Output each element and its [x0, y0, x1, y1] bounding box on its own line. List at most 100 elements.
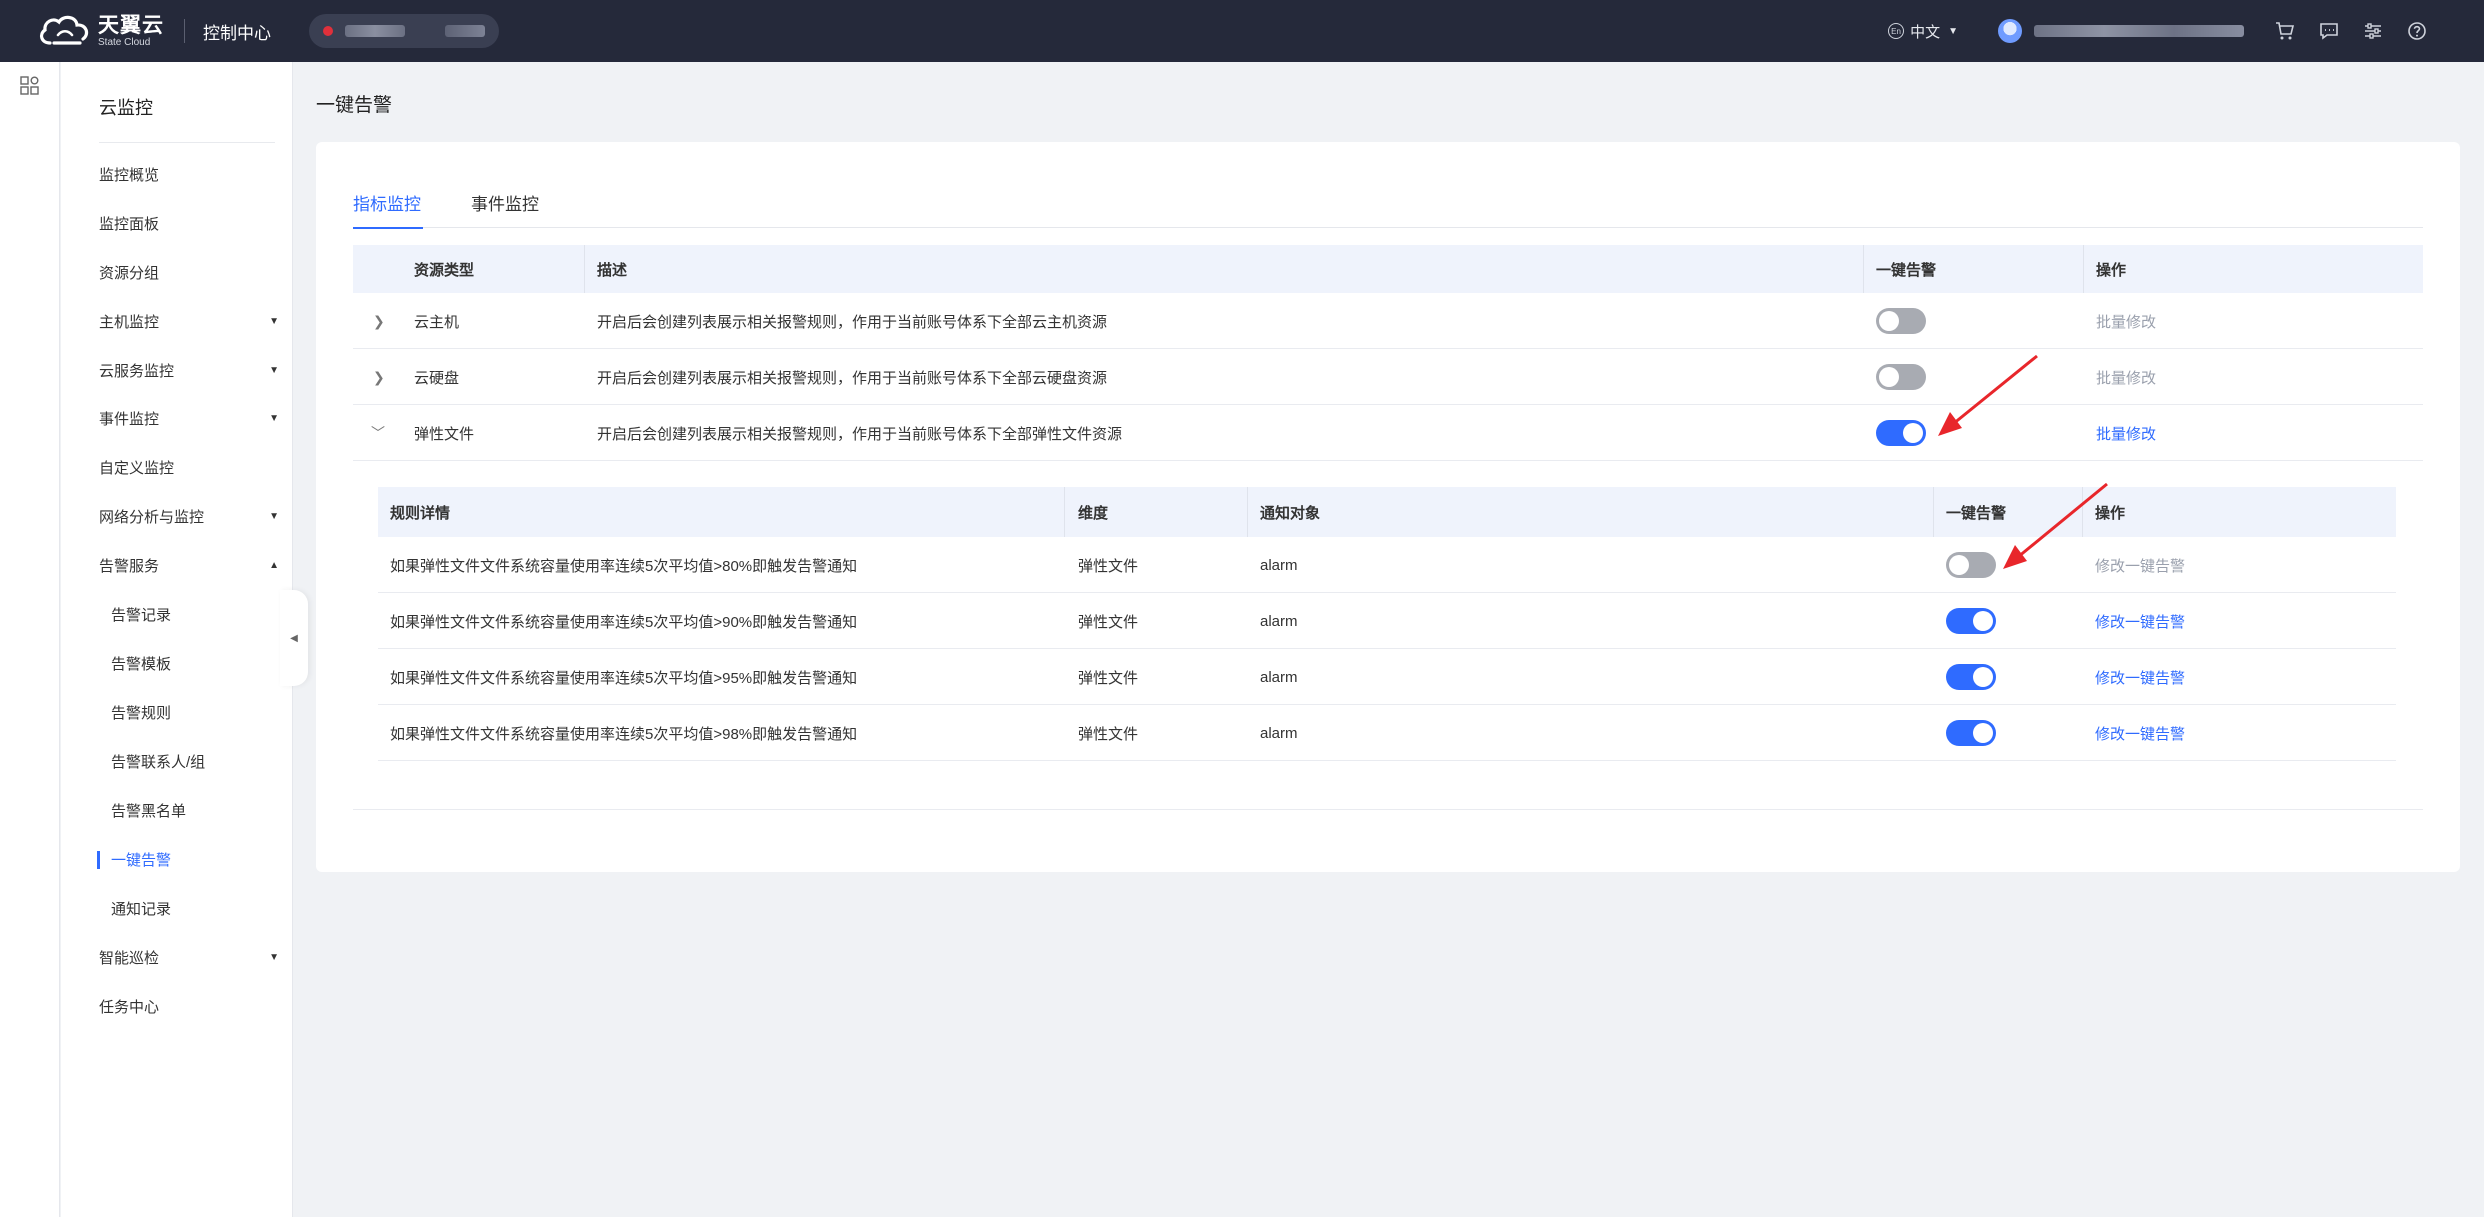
sidebar-item-resource-group[interactable]: 资源分组 [99, 257, 279, 287]
resource-description: 开启后会创建列表展示相关报警规则，作用于当前账号体系下全部云硬盘资源 [597, 369, 1108, 387]
rule-dimension: 弹性文件 [1078, 557, 1139, 575]
resource-type: 云主机 [414, 313, 460, 331]
region-name-redacted [345, 25, 405, 37]
region-selector[interactable] [309, 14, 499, 48]
rule-alarm-toggle[interactable] [1946, 608, 1996, 634]
sidebar-subitem-one-click-alarm[interactable]: 一键告警 [111, 844, 271, 874]
sidebar-item-label: 主机监控 [99, 313, 160, 331]
edit-alarm-link[interactable]: 修改一键告警 [2095, 705, 2185, 761]
sidebar: 云监控 监控概览 监控面板 资源分组 主机监控 ▼ 云服务监控 ▼ 事件监控 ▼ 自定… [61, 62, 293, 1217]
rule-detail: 如果弹性文件文件系统容量使用率连续5次平均值>90%即触发告警通知 [390, 613, 858, 631]
message-icon[interactable] [2318, 20, 2340, 42]
column-header-one-click-alarm: 一键告警 [1946, 504, 2007, 522]
language-switcher[interactable]: En 中文 ▼ [1888, 21, 1958, 42]
logo[interactable]: 天翼云 State Cloud [36, 13, 164, 49]
rule-alarm-toggle[interactable] [1946, 720, 1996, 746]
sidebar-item-event-monitor[interactable]: 事件监控 ▼ [99, 403, 279, 433]
toggle-knob [1949, 555, 1969, 575]
rule-detail: 如果弹性文件文件系统容量使用率连续5次平均值>95%即触发告警通知 [390, 669, 858, 687]
batch-edit-link[interactable]: 批量修改 [2096, 293, 2156, 349]
sidebar-item-alarm-service[interactable]: 告警服务 ▲ [99, 550, 279, 580]
resource-type: 弹性文件 [414, 425, 475, 443]
sidebar-item-custom-monitor[interactable]: 自定义监控 [99, 452, 279, 482]
chevron-down-icon[interactable]: ﹀ [371, 405, 385, 461]
resource-table-header: 资源类型 描述 一键告警 操作 [353, 245, 2423, 293]
sidebar-subitem-alarm-records[interactable]: 告警记录 [111, 599, 271, 629]
resource-description: 开启后会创建列表展示相关报警规则，作用于当前账号体系下全部弹性文件资源 [597, 425, 1123, 443]
column-separator [2082, 487, 2083, 537]
column-header-description: 描述 [597, 261, 628, 279]
sidebar-item-host-monitor[interactable]: 主机监控 ▼ [99, 306, 279, 336]
sidebar-subitem-alarm-blacklist[interactable]: 告警黑名单 [111, 795, 271, 825]
batch-edit-link[interactable]: 批量修改 [2096, 405, 2156, 461]
user-account[interactable] [1998, 19, 2244, 43]
cart-icon[interactable] [2274, 20, 2296, 42]
resource-description: 开启后会创建列表展示相关报警规则，作用于当前账号体系下全部云主机资源 [597, 313, 1108, 331]
column-header-one-click-alarm: 一键告警 [1876, 261, 1937, 279]
toggle-knob [1903, 423, 1923, 443]
caret-down-icon: ▼ [269, 510, 279, 522]
cloud-logo-icon [39, 15, 89, 45]
sidebar-item-label: 事件监控 [99, 410, 160, 428]
chevron-right-icon[interactable]: ❯ [373, 349, 385, 405]
icon-rail [0, 62, 60, 1217]
page-title: 一键告警 [316, 95, 393, 116]
sidebar-item-smart-inspection[interactable]: 智能巡检 ▼ [99, 942, 279, 972]
sidebar-item-cloud-service-monitor[interactable]: 云服务监控 ▼ [99, 355, 279, 385]
region-extra-redacted [445, 25, 485, 37]
language-icon: En [1888, 23, 1905, 39]
tab-label: 事件监控 [471, 195, 539, 214]
rule-notify-target: alarm [1260, 556, 1298, 574]
sidebar-item-monitor-overview[interactable]: 监控概览 [99, 159, 279, 189]
rule-alarm-toggle[interactable] [1946, 552, 1996, 578]
one-click-alarm-cell [1876, 405, 1926, 461]
sidebar-subitem-notification-records[interactable]: 通知记录 [111, 893, 271, 923]
sidebar-subitem-alarm-rules[interactable]: 告警规则 [111, 697, 271, 727]
alarm-toggle[interactable] [1876, 308, 1926, 334]
app-grid-icon[interactable] [20, 76, 40, 100]
edit-alarm-link[interactable]: 修改一键告警 [2095, 593, 2185, 649]
batch-edit-link[interactable]: 批量修改 [2096, 349, 2156, 405]
account-name-redacted [2034, 25, 2244, 37]
column-separator [2083, 245, 2084, 293]
sidebar-subitem-alarm-templates[interactable]: 告警模板 [111, 648, 271, 678]
edit-alarm-link[interactable]: 修改一键告警 [2095, 649, 2185, 705]
sidebar-subitem-alarm-contacts[interactable]: 告警联系人/组 [111, 746, 271, 776]
sidebar-item-network-analysis[interactable]: 网络分析与监控 ▼ [99, 501, 279, 531]
column-header-actions: 操作 [2095, 504, 2126, 522]
tab-label: 指标监控 [353, 195, 421, 214]
alarm-toggle[interactable] [1876, 420, 1926, 446]
avatar [1998, 19, 2022, 43]
edit-alarm-link[interactable]: 修改一键告警 [2095, 537, 2185, 593]
rule-alarm-toggle[interactable] [1946, 664, 1996, 690]
table-row: ❯ 云主机 开启后会创建列表展示相关报警规则，作用于当前账号体系下全部云主机资源… [353, 293, 2423, 349]
rule-dimension: 弹性文件 [1078, 725, 1139, 743]
rule-row: 如果弹性文件文件系统容量使用率连续5次平均值>98%即触发告警通知 弹性文件 a… [378, 705, 2396, 761]
sidebar-subitem-label: 告警记录 [111, 606, 172, 624]
tab-metric-monitor[interactable]: 指标监控 [353, 190, 423, 229]
one-click-alarm-cell [1946, 705, 1996, 761]
active-indicator [97, 851, 100, 869]
top-bar: 天翼云 State Cloud 控制中心 En 中文 ▼ [0, 0, 2484, 62]
sidebar-item-label: 监控概览 [99, 166, 160, 184]
column-header-resource-type: 资源类型 [414, 261, 475, 279]
settings-sliders-icon[interactable] [2362, 20, 2384, 42]
logo-en-text: State Cloud [98, 36, 151, 48]
alarm-toggle[interactable] [1876, 364, 1926, 390]
sidebar-item-label: 智能巡检 [99, 949, 160, 967]
sidebar-item-monitor-dashboard[interactable]: 监控面板 [99, 208, 279, 238]
column-header-notify-target: 通知对象 [1260, 504, 1321, 522]
sidebar-collapse-button[interactable]: ◀ [280, 590, 308, 686]
sidebar-subitem-label: 告警模板 [111, 655, 172, 673]
console-label[interactable]: 控制中心 [203, 19, 271, 44]
location-pin-icon [323, 26, 333, 36]
sidebar-item-task-center[interactable]: 任务中心 [99, 991, 279, 1021]
logo-cn-text: 天翼云 [98, 13, 164, 37]
topbar-divider [184, 19, 185, 43]
chevron-right-icon[interactable]: ❯ [373, 293, 385, 349]
help-icon[interactable] [2406, 20, 2428, 42]
column-separator [1933, 487, 1934, 537]
caret-left-icon: ◀ [290, 632, 298, 644]
tab-event-monitor[interactable]: 事件监控 [471, 190, 539, 228]
column-header-dimension: 维度 [1078, 504, 1109, 522]
